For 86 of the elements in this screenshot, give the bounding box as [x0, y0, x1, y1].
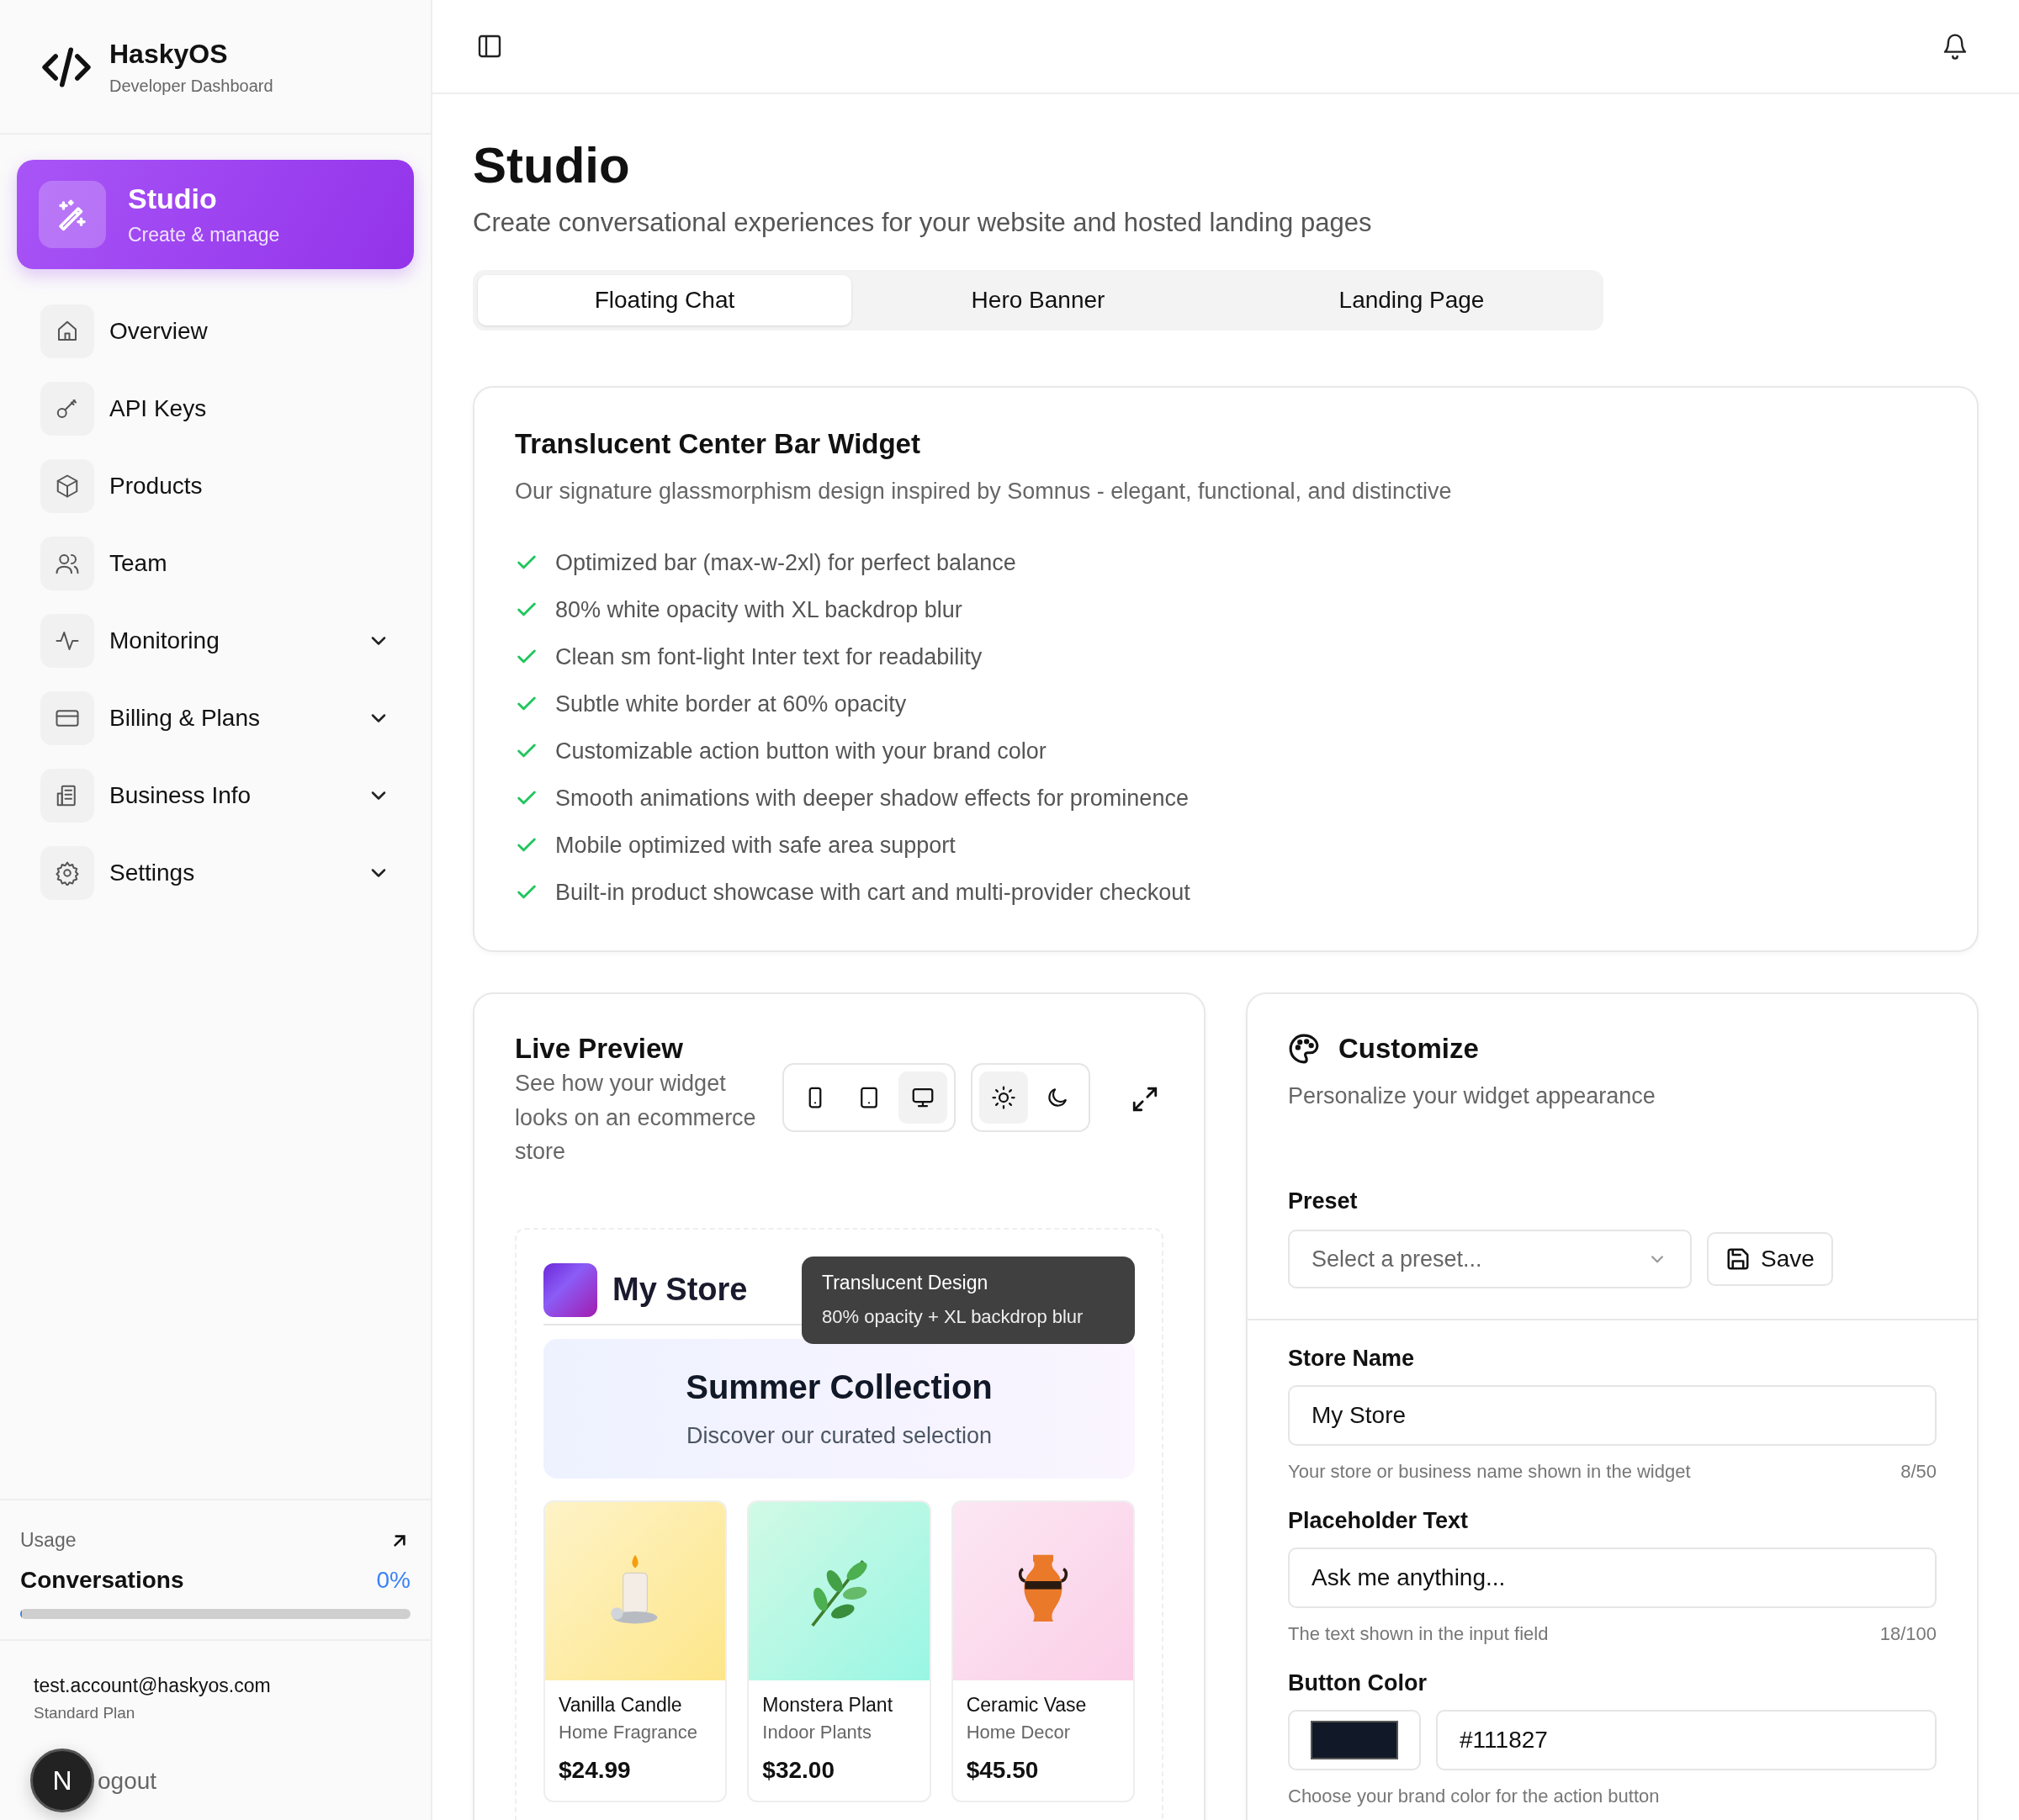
- field-hint: The text shown in the input field: [1288, 1623, 1549, 1646]
- usage-metric: Conversations: [20, 1567, 184, 1594]
- dev-badge[interactable]: N: [30, 1749, 94, 1812]
- field-label: Store Name: [1288, 1346, 1416, 1373]
- product-name: Monstera Plant: [762, 1693, 894, 1717]
- sun-button[interactable]: [979, 1071, 1028, 1124]
- account-plan: Standard Plan: [34, 1704, 136, 1722]
- home-icon: [40, 304, 94, 358]
- nav-item[interactable]: Settings: [17, 846, 414, 900]
- field-label: Button Color: [1288, 1670, 1428, 1697]
- pulse-icon: [40, 614, 94, 668]
- key-icon: [40, 382, 94, 436]
- feature-text: Clean sm font-light Inter text for readability: [555, 643, 983, 670]
- field-hint: Your store or business name shown in the widget: [1288, 1461, 1691, 1484]
- field-hint: Choose your brand color for the action button: [1288, 1786, 1660, 1808]
- banner-subtitle: Discover our curated selection: [686, 1422, 993, 1449]
- character-count: 8/50: [1900, 1461, 1937, 1484]
- nav-item[interactable]: Team: [17, 537, 414, 590]
- color-field[interactable]: #111827: [1436, 1710, 1937, 1771]
- tab[interactable]: Landing Page: [1225, 275, 1598, 325]
- product-price: $24.99: [559, 1756, 632, 1784]
- tooltip-text: 80% opacity + XL backdrop blur: [822, 1306, 1084, 1329]
- save-icon: [1725, 1246, 1751, 1272]
- feature-text: 80% white opacity with XL backdrop blur: [555, 596, 962, 623]
- color-picker[interactable]: [1288, 1710, 1421, 1771]
- product-category: Home Fragrance: [559, 1721, 699, 1743]
- feature-text: Optimized bar (max-w-2xl) for perfect balance: [555, 549, 1016, 576]
- nav-item[interactable]: Overview: [17, 304, 414, 358]
- store-name: My Store: [612, 1272, 748, 1309]
- feature-text: Built-in product showcase with cart and multi-provider checkout: [555, 879, 1190, 906]
- product-name: Vanilla Candle: [559, 1693, 683, 1717]
- product-category: Indoor Plants: [762, 1721, 872, 1743]
- magic-wand-icon: [39, 181, 106, 248]
- tooltip-title: Translucent Design: [822, 1272, 989, 1295]
- page-title: Studio: [473, 136, 631, 194]
- preset-dropdown[interactable]: Select a preset...: [1288, 1230, 1692, 1289]
- product-category: Home Decor: [966, 1721, 1072, 1743]
- field-label: Placeholder Text: [1288, 1508, 1470, 1535]
- brand-subtitle: Developer Dashboard: [109, 77, 273, 96]
- feature-text: Smooth animations with deeper shadow effects for prominence: [555, 785, 1189, 812]
- usage-title: Usage: [20, 1529, 77, 1552]
- field-label: Preset: [1288, 1188, 1359, 1215]
- feature-text: Customizable action button with your brand color: [555, 738, 1047, 765]
- tab[interactable]: Hero Banner: [851, 275, 1225, 325]
- settings-icon: [40, 846, 94, 900]
- text-field[interactable]: Ask me anything...: [1288, 1548, 1937, 1609]
- product-price: $32.00: [762, 1756, 835, 1784]
- product-name: Ceramic Vase: [966, 1693, 1088, 1717]
- card-subtitle: Personalize your widget appearance: [1288, 1082, 1656, 1111]
- card-icon: [40, 691, 94, 745]
- bell-icon[interactable]: [1942, 33, 1969, 60]
- sun-icon: [991, 1085, 1016, 1111]
- card-subtitle: See how your widget looks on an ecommerce store: [515, 1070, 757, 1167]
- nav-item[interactable]: Studio Create & manage: [17, 160, 414, 269]
- banner-title: Summer Collection: [686, 1368, 993, 1406]
- brand-name: HaskyOS: [109, 39, 229, 70]
- feature-text: Subtle white border at 60% opacity: [555, 690, 907, 717]
- sidebar-toggle-icon[interactable]: [476, 33, 503, 60]
- card-title: Live Preview: [515, 1033, 684, 1066]
- feature-text: Mobile optimized with safe area support: [555, 832, 956, 859]
- box-icon: [40, 459, 94, 513]
- card-title: Translucent Center Bar Widget: [515, 428, 921, 460]
- people-icon: [40, 537, 94, 590]
- account-email: test.account@haskyos.com: [34, 1675, 272, 1697]
- product-price: $45.50: [966, 1756, 1040, 1784]
- nav-item[interactable]: Monitoring: [17, 614, 414, 668]
- monitor-button[interactable]: [898, 1071, 947, 1124]
- card-subtitle: Our signature glassmorphism design inspired by Somnus - elegant, functional, and distinctive: [515, 478, 1453, 505]
- tab[interactable]: Floating Chat: [478, 275, 851, 325]
- building-icon: [40, 769, 94, 823]
- text-field[interactable]: My Store: [1288, 1385, 1937, 1447]
- product-card[interactable]: Vanilla Candle Home Fragrance $24.99: [543, 1500, 728, 1802]
- nav-item[interactable]: API Keys: [17, 382, 414, 436]
- save-button[interactable]: Save: [1707, 1232, 1833, 1287]
- nav-item[interactable]: Products: [17, 459, 414, 513]
- nav-item[interactable]: Billing & Plans: [17, 691, 414, 745]
- usage-percent: 0%: [376, 1567, 411, 1594]
- product-card[interactable]: Ceramic Vase Home Decor $45.50: [951, 1500, 1135, 1802]
- card-title: Customize: [1338, 1033, 1479, 1066]
- logout-button[interactable]: ogout: [98, 1768, 157, 1795]
- palette-icon: [1288, 1033, 1320, 1066]
- page-subtitle: Create conversational experiences for your website and hosted landing pages: [473, 208, 1373, 238]
- product-card[interactable]: Monstera Plant Indoor Plants $32.00: [747, 1500, 931, 1802]
- nav-item[interactable]: Business Info: [17, 769, 414, 823]
- character-count: 18/100: [1879, 1623, 1937, 1646]
- store-logo: [543, 1262, 597, 1317]
